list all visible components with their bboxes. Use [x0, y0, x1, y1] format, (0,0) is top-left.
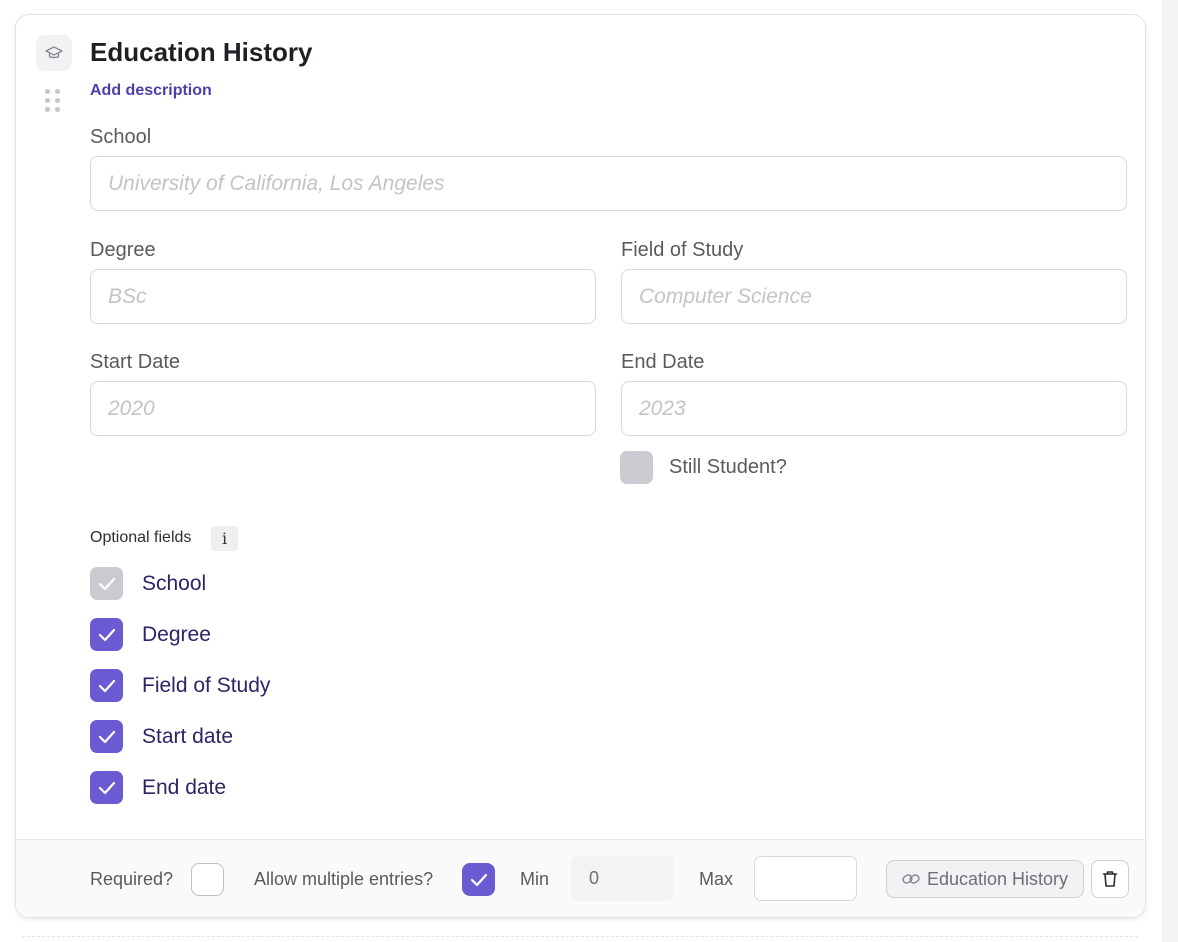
optional-start-date-checkbox[interactable]	[90, 720, 123, 753]
optional-field-field-of-study: Field of Study	[90, 669, 270, 702]
max-label: Max	[699, 869, 734, 889]
check-icon	[98, 730, 115, 743]
allow-multiple-label: Allow multiple entries?	[254, 869, 434, 889]
block-title[interactable]: Education History	[90, 37, 312, 68]
degree-label: Degree	[90, 239, 156, 261]
start-date-label: Start Date	[90, 351, 181, 373]
trash-icon	[1102, 871, 1118, 887]
school-label: School	[90, 126, 152, 148]
optional-end-date-checkbox[interactable]	[90, 771, 123, 804]
link-icon	[902, 874, 920, 884]
optional-field-degree: Degree	[90, 618, 211, 651]
check-icon	[470, 873, 487, 886]
still-student-label: Still Student?	[669, 456, 787, 478]
delete-button[interactable]	[1091, 860, 1129, 898]
field-of-study-label: Field of Study	[621, 239, 744, 261]
check-icon	[98, 577, 115, 590]
optional-field-school: School	[90, 567, 206, 600]
graduation-cap-icon	[36, 35, 72, 71]
page-scrollbar-track[interactable]	[1162, 0, 1178, 942]
optional-field-of-study-label: Field of Study	[142, 673, 271, 697]
add-description-link[interactable]: Add description	[90, 82, 212, 100]
min-label: Min	[520, 869, 550, 889]
optional-start-date-label: Start date	[142, 724, 234, 748]
next-block-edge	[22, 936, 1138, 937]
optional-school-label: School	[142, 571, 207, 595]
optional-degree-label: Degree	[142, 622, 211, 646]
education-history-block: Education History Add description School…	[15, 14, 1146, 918]
end-date-input[interactable]	[621, 381, 1127, 436]
link-tag-label: Education History	[926, 868, 1069, 889]
optional-school-checkbox[interactable]	[90, 567, 123, 600]
max-input[interactable]	[754, 856, 857, 901]
min-input[interactable]	[571, 856, 674, 901]
allow-multiple-checkbox[interactable]	[462, 863, 495, 896]
start-date-input[interactable]	[90, 381, 596, 436]
required-checkbox[interactable]	[191, 863, 224, 896]
optional-field-of-study-checkbox[interactable]	[90, 669, 123, 702]
optional-degree-checkbox[interactable]	[90, 618, 123, 651]
optional-field-start-date: Start date	[90, 720, 233, 753]
info-icon[interactable]: i	[211, 526, 238, 551]
end-date-label: End Date	[621, 351, 705, 373]
link-tag-button[interactable]: Education History	[886, 860, 1084, 898]
still-student-checkbox[interactable]	[620, 451, 653, 484]
block-footer: Required? Allow multiple entries? Min Ma…	[16, 839, 1145, 917]
check-icon	[98, 679, 115, 692]
drag-handle-icon[interactable]	[45, 88, 61, 112]
degree-input[interactable]	[90, 269, 596, 324]
school-input[interactable]	[90, 156, 1127, 211]
optional-end-date-label: End date	[142, 775, 227, 799]
check-icon	[98, 781, 115, 794]
required-label: Required?	[90, 869, 174, 889]
field-of-study-input[interactable]	[621, 269, 1127, 324]
optional-fields-label: Optional fields	[90, 529, 192, 546]
optional-field-end-date: End date	[90, 771, 226, 804]
check-icon	[98, 628, 115, 641]
